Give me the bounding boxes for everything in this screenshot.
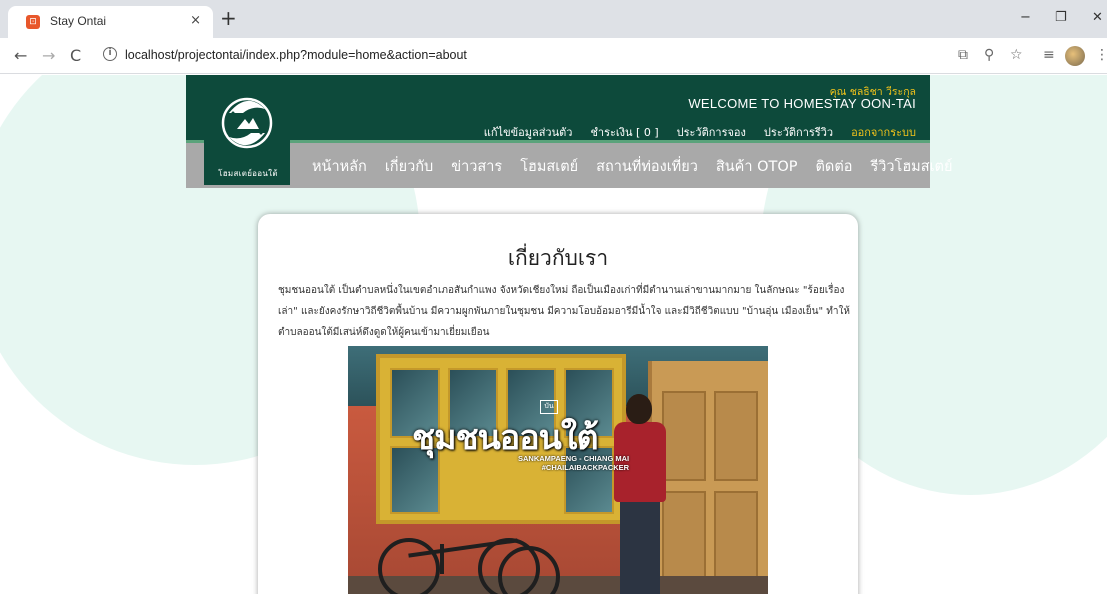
nav-item-reviews[interactable]: รีวิวโฮมสเตย์	[870, 155, 952, 178]
bicycle-frame	[440, 544, 444, 574]
site-header: คุณ ชลธิชา วีระกุล WELCOME TO HOMESTAY O…	[186, 75, 952, 188]
user-link-logout[interactable]: ออกจากระบบ	[851, 123, 916, 141]
logo-fish-emblem	[221, 97, 273, 149]
logo-text: โฮมสเตย์ออนใต้	[218, 169, 278, 178]
user-menu: แก้ไขข้อมูลส่วนตัว ชำระเงิน [ 0 ] ประวัต…	[484, 123, 916, 141]
nav-item-attractions[interactable]: สถานที่ท่องเที่ยว	[596, 155, 698, 178]
menu-kebab-icon[interactable]: ⋮	[1095, 47, 1107, 63]
window-restore-button[interactable]: ❐	[1055, 10, 1067, 25]
person-legs	[620, 500, 660, 594]
about-paragraph: ชุมชนออนใต้ เป็นตำบลหนึ่งในเขตอำเภอสันกำ…	[278, 285, 850, 338]
translate-icon[interactable]: ⧉	[958, 47, 968, 63]
photo-subcaption-location: SANKAMPAENG - CHIANG MAI	[518, 454, 630, 463]
nav-item-about[interactable]: เกี่ยวกับ	[385, 155, 433, 178]
user-link-booking-history[interactable]: ประวัติการจอง	[677, 123, 746, 141]
window-close-button[interactable]: ✕	[1092, 10, 1103, 25]
tab-title: Stay Ontai	[50, 14, 107, 28]
new-tab-button[interactable]: +	[220, 8, 237, 28]
bookmark-star-icon[interactable]: ☆	[1010, 47, 1023, 63]
tab-close-button[interactable]: ×	[190, 13, 201, 28]
main-nav: หน้าหลัก เกี่ยวกับ ข่าวสาร โฮมสเตย์ สถาน…	[312, 155, 952, 178]
about-card: เกี่ยวกับเรา ชุมชนออนใต้ เป็นตำบลหนึ่งใน…	[258, 214, 858, 594]
reading-list-icon[interactable]: ≡	[1043, 47, 1055, 63]
forward-arrow-icon[interactable]: →	[42, 46, 55, 65]
main-nav-bar: หน้าหลัก เกี่ยวกับ ข่าวสาร โฮมสเตย์ สถาน…	[186, 143, 952, 188]
browser-tab[interactable]: ⊡ Stay Ontai ×	[8, 6, 213, 38]
user-link-edit-profile[interactable]: แก้ไขข้อมูลส่วนตัว	[484, 123, 573, 141]
door-panel	[662, 491, 706, 581]
info-icon[interactable]: i	[103, 47, 117, 61]
address-bar-url[interactable]: localhost/projectontai/index.php?module=…	[125, 48, 467, 62]
door-panel	[714, 491, 758, 581]
browser-tab-bar: ⊡ Stay Ontai × + − ❐ ✕	[0, 0, 1107, 38]
door-panel	[714, 391, 758, 481]
photo-hashtag: #CHAILAIBACKPACKER	[541, 463, 630, 472]
about-photo: บัน ชุมชนออนใต้ SANKAMPAENG - CHIANG MAI…	[348, 346, 768, 594]
nav-item-news[interactable]: ข่าวสาร	[451, 155, 502, 178]
user-link-payment[interactable]: ชำระเงิน [ 0 ]	[590, 123, 658, 141]
nav-item-contact[interactable]: ติดต่อ	[816, 155, 853, 178]
nav-item-home[interactable]: หน้าหลัก	[312, 155, 367, 178]
back-arrow-icon[interactable]: ←	[14, 46, 27, 65]
nav-item-homestay[interactable]: โฮมสเตย์	[520, 155, 578, 178]
page-viewport: คุณ ชลธิชา วีระกุล WELCOME TO HOMESTAY O…	[0, 75, 1107, 594]
door-panel	[662, 391, 706, 481]
header-top-bar: คุณ ชลธิชา วีระกุล WELCOME TO HOMESTAY O…	[186, 75, 930, 143]
photo-subcaption: SANKAMPAENG - CHIANG MAI #CHAILAIBACKPAC…	[518, 454, 629, 472]
profile-avatar[interactable]	[1065, 46, 1085, 66]
window-minimize-button[interactable]: −	[1020, 10, 1031, 25]
person-head	[626, 394, 652, 424]
photo-door	[648, 361, 768, 594]
welcome-text: WELCOME TO HOMESTAY OON-TAI	[688, 96, 916, 111]
reload-icon[interactable]: C	[70, 46, 81, 65]
address-bar[interactable]: i localhost/projectontai/index.php?modul…	[95, 43, 945, 69]
browser-toolbar: ← → C i localhost/projectontai/index.php…	[0, 38, 1107, 74]
bicycle-wheel	[378, 538, 440, 594]
favicon-icon: ⊡	[26, 15, 40, 29]
page-title: เกี่ยวกับเรา	[507, 246, 609, 270]
site-logo[interactable]: โฮมสเตย์ออนใต้	[204, 81, 290, 185]
zoom-icon[interactable]: ⚲	[984, 47, 994, 63]
user-link-review-history[interactable]: ประวัติการรีวิว	[764, 123, 833, 141]
nav-item-otop[interactable]: สินค้า OTOP	[716, 155, 798, 178]
